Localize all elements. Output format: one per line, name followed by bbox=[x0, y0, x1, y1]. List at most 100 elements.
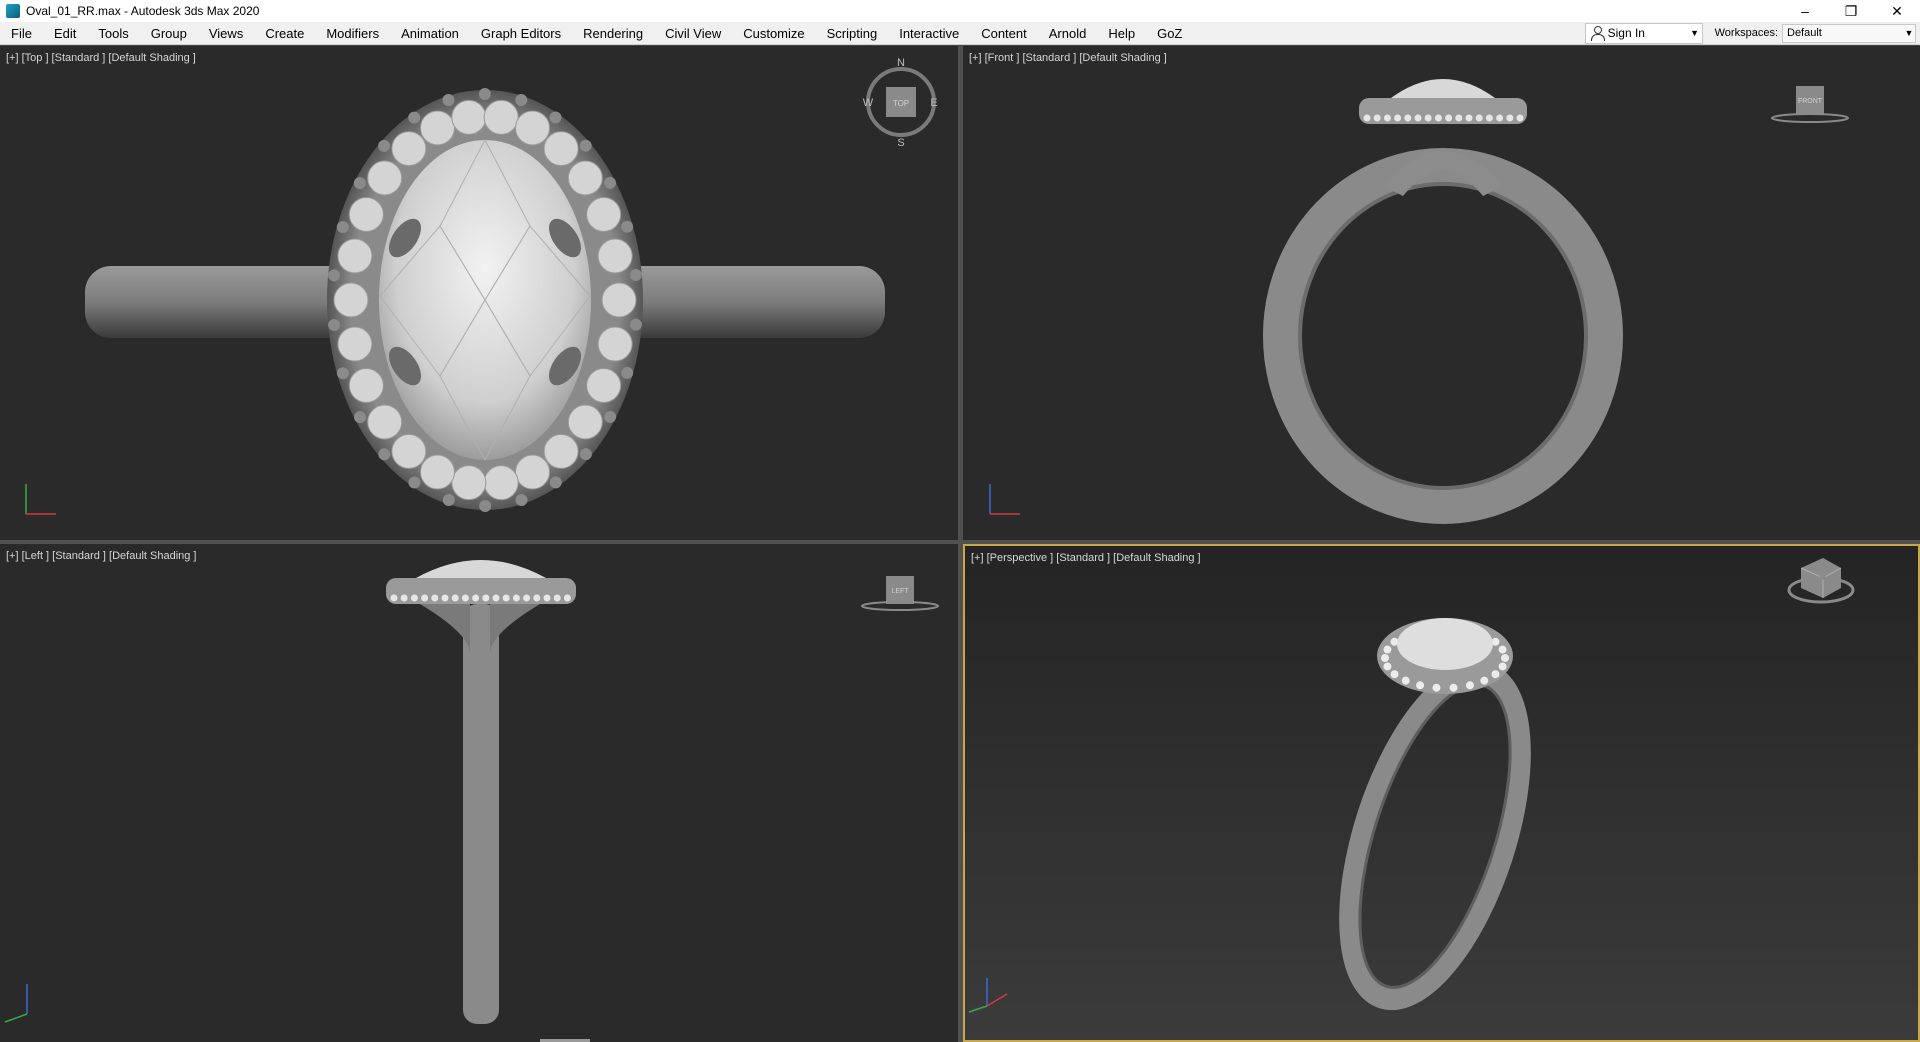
halo-stone bbox=[1383, 114, 1391, 122]
view-cube[interactable] bbox=[1787, 558, 1855, 604]
halo-stone bbox=[597, 238, 633, 274]
halo-stone bbox=[1363, 114, 1371, 122]
halo-stone bbox=[553, 594, 561, 602]
halo-stone bbox=[1464, 680, 1475, 691]
menu-scripting[interactable]: Scripting bbox=[816, 22, 889, 45]
halo-stone bbox=[421, 594, 429, 602]
halo-stone bbox=[543, 131, 579, 167]
workspaces-label: Workspaces: bbox=[1714, 27, 1778, 39]
menu-customize[interactable]: Customize bbox=[732, 22, 815, 45]
halo-stone bbox=[621, 220, 634, 233]
compass-cube-label: TOP bbox=[893, 99, 909, 108]
halo-stone bbox=[621, 366, 634, 379]
menu-civil-view[interactable]: Civil View bbox=[654, 22, 732, 45]
halo-stone bbox=[472, 594, 480, 602]
compass-north: N bbox=[897, 57, 905, 69]
halo-stone bbox=[348, 368, 384, 404]
menu-interactive[interactable]: Interactive bbox=[888, 22, 970, 45]
workspaces-select[interactable]: Default ▼ bbox=[1782, 23, 1916, 43]
halo-stone bbox=[336, 367, 349, 380]
halo-stone bbox=[597, 326, 633, 362]
halo-stone bbox=[1479, 675, 1490, 686]
view-cube[interactable]: FRONT bbox=[1771, 86, 1849, 123]
menu-arnold[interactable]: Arnold bbox=[1038, 22, 1098, 45]
halo-stone bbox=[400, 594, 408, 602]
halo-stone bbox=[1424, 114, 1432, 122]
view-cube-label: LEFT bbox=[891, 588, 909, 595]
halo-stone bbox=[378, 448, 391, 461]
ring-inner-edge bbox=[1298, 182, 1588, 490]
viewport-left[interactable]: LEFT [+] [Left ] [Standard ] [Default Sh… bbox=[0, 544, 958, 1042]
menu-content[interactable]: Content bbox=[970, 22, 1038, 45]
viewport-label-front[interactable]: [+] [Front ] [Standard ] [Default Shadin… bbox=[969, 52, 1167, 64]
menu-create[interactable]: Create bbox=[254, 22, 315, 45]
viewport-perspective[interactable]: [+] [Perspective ] [Standard ] [Default … bbox=[963, 544, 1920, 1042]
halo-stone bbox=[337, 326, 373, 362]
menu-help[interactable]: Help bbox=[1097, 22, 1146, 45]
halo-stone bbox=[1380, 653, 1390, 663]
halo-stone bbox=[348, 196, 384, 232]
halo-stone bbox=[333, 282, 369, 318]
title-bar: Oval_01_RR.max - Autodesk 3ds Max 2020 –… bbox=[0, 0, 1920, 22]
halo-stone bbox=[1500, 653, 1510, 663]
menu-tools[interactable]: Tools bbox=[87, 22, 139, 45]
top-view-model: TOP N S E W bbox=[25, 57, 938, 515]
halo-stone bbox=[431, 594, 439, 602]
halo-stone bbox=[1497, 661, 1508, 672]
menu-animation[interactable]: Animation bbox=[390, 22, 470, 45]
menu-edit[interactable]: Edit bbox=[43, 22, 87, 45]
view-compass[interactable]: TOP N S E W bbox=[863, 57, 938, 149]
halo-stone bbox=[1490, 669, 1501, 680]
viewport-front[interactable]: FRONT [+] [Front ] [Standard ] [Default … bbox=[963, 46, 1920, 540]
halo-stone bbox=[601, 282, 637, 318]
user-icon bbox=[1590, 26, 1605, 41]
front-view-model: FRONT bbox=[989, 79, 1849, 524]
compass-west: W bbox=[863, 97, 874, 109]
halo-stone bbox=[563, 594, 571, 602]
viewport-top[interactable]: TOP N S E W [+] [Top ] [Standard ] [Defa… bbox=[0, 46, 958, 540]
viewport-label-top[interactable]: [+] [Top ] [Standard ] [Default Shading … bbox=[6, 52, 196, 64]
viewport-label-left[interactable]: [+] [Left ] [Standard ] [Default Shading… bbox=[6, 550, 196, 562]
halo-stone bbox=[1475, 114, 1483, 122]
restore-button[interactable]: ❐ bbox=[1828, 0, 1874, 22]
left-view-model: LEFT bbox=[4, 560, 939, 1024]
halo-stone bbox=[482, 594, 490, 602]
halo-stone bbox=[586, 196, 622, 232]
halo-stone bbox=[451, 99, 487, 135]
menu-modifiers[interactable]: Modifiers bbox=[315, 22, 390, 45]
halo-stone bbox=[1506, 114, 1514, 122]
axis-tripod bbox=[968, 978, 1008, 1013]
halo-stone bbox=[1382, 661, 1393, 672]
view-cube[interactable]: LEFT bbox=[861, 576, 939, 611]
center-gem bbox=[1397, 618, 1493, 670]
axis-tripod bbox=[989, 484, 1020, 515]
menu-graph-editors[interactable]: Graph Editors bbox=[470, 22, 572, 45]
halo-stone bbox=[328, 319, 341, 332]
workspaces-value: Default bbox=[1787, 27, 1822, 39]
close-button[interactable]: ✕ bbox=[1874, 0, 1920, 22]
halo-stone bbox=[441, 594, 449, 602]
menu-rendering[interactable]: Rendering bbox=[572, 22, 654, 45]
halo-stone bbox=[367, 404, 403, 440]
halo-stone bbox=[549, 476, 562, 489]
halo-stone bbox=[579, 139, 592, 152]
halo-stone bbox=[410, 594, 418, 602]
halo-stone bbox=[1382, 644, 1393, 655]
halo-stone bbox=[1448, 682, 1459, 693]
menu-file[interactable]: File bbox=[0, 22, 43, 45]
halo-stone bbox=[1389, 669, 1400, 680]
minimize-button[interactable]: – bbox=[1782, 0, 1828, 22]
halo-stone bbox=[479, 499, 492, 512]
halo-stone bbox=[328, 269, 341, 282]
halo-stone bbox=[515, 454, 551, 490]
halo-stone bbox=[523, 594, 531, 602]
viewport-label-perspective[interactable]: [+] [Perspective ] [Standard ] [Default … bbox=[971, 552, 1201, 564]
halo-stone bbox=[1400, 675, 1411, 686]
halo-stone bbox=[337, 238, 373, 274]
menu-goz[interactable]: GoZ bbox=[1146, 22, 1193, 45]
sign-in-dropdown[interactable]: Sign In ▼ bbox=[1584, 22, 1703, 44]
menu-group[interactable]: Group bbox=[140, 22, 198, 45]
menu-views[interactable]: Views bbox=[198, 22, 254, 45]
halo-stone bbox=[1394, 114, 1402, 122]
halo-stone bbox=[515, 110, 551, 146]
